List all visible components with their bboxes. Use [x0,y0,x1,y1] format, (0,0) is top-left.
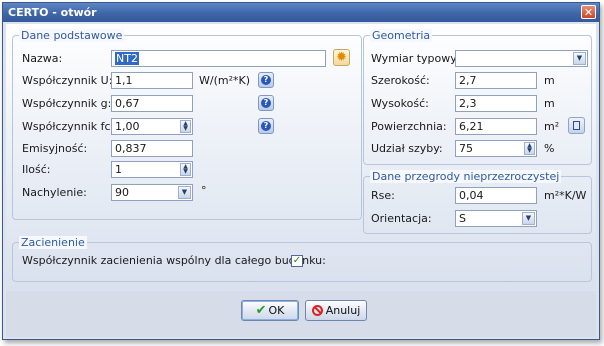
rse-label: Rse: [371,189,395,202]
title-bar: CERTO - otwór ✕ [3,3,599,22]
glass-share-spinner[interactable]: 75 ▲ ▼ [455,140,537,157]
calculator-icon [573,121,580,130]
area-label: Powierzchnia: [371,120,447,133]
width-unit: m [544,74,555,87]
height-label: Wysokość: [371,97,429,110]
fc-spinner[interactable]: 1,00 ▲ ▼ [111,118,193,135]
glass-share-label: Udział szyby: [371,142,443,155]
standard-size-dropdown[interactable]: ▼ [455,50,588,67]
help-icon: ? [261,98,271,108]
tilt-unit: ° [201,184,207,197]
close-button[interactable]: ✕ [581,5,596,19]
quantity-spinner[interactable]: 1 ▲ ▼ [111,161,193,178]
tilt-label: Nachylenie: [22,186,87,199]
quantity-value: 1 [115,163,122,176]
sun-icon: ✹ [336,50,347,65]
chevron-down-icon[interactable]: ▼ [178,186,191,199]
quantity-label: Ilość: [22,163,51,176]
shading-title: Zacienienie [19,236,87,249]
orientation-dropdown[interactable]: S ▼ [455,210,537,227]
geometry-title: Geometria [370,29,433,42]
help-icon: ? [261,75,271,85]
rse-unit: m²*K/W [544,189,587,202]
emissivity-field[interactable]: 0,837 [111,140,193,157]
emissivity-label: Emisyjność: [22,142,88,155]
shading-group: Zacienienie Współczynnik zacienienia wsp… [12,236,592,282]
check-icon: ✓ [292,255,302,266]
height-unit: m [544,97,555,110]
opaque-partition-group: Dane przegrody nieprzezroczystej Rse: 0,… [363,170,592,234]
height-field[interactable]: 2,3 [455,95,537,112]
spinner-arrows-icon[interactable]: ▲ ▼ [180,120,191,133]
window-title: CERTO - otwór [8,6,97,19]
button-bar: ✔ OK Anuluj [6,291,596,337]
width-label: Szerokość: [371,74,430,87]
geometry-group: Geometria Wymiar typowy: ▼ Szerokość: 2,… [363,29,592,165]
shared-shading-checkbox[interactable]: ✓ [291,255,303,267]
shared-shading-label: Współczynnik zacienienia wspólny dla cał… [22,254,326,267]
basic-data-group: Dane podstawowe Nazwa: NT2 ✹ Współczynni… [12,29,362,220]
u-field[interactable]: 1,1 [111,72,193,89]
ok-label: OK [268,304,285,317]
chevron-down-icon[interactable]: ▼ [522,212,535,225]
g-label: Współczynnik g: [22,97,112,110]
rse-field[interactable]: 0,04 [455,187,537,204]
close-icon: ✕ [583,6,594,19]
opaque-partition-title: Dane przegrody nieprzezroczystej [370,170,562,183]
glass-share-unit: % [544,142,555,155]
orientation-label: Orientacja: [371,212,432,225]
calculator-button[interactable] [568,117,585,134]
checkmark-icon: ✔ [255,303,267,318]
cancel-button[interactable]: Anuluj [305,300,367,321]
area-unit: m² [544,120,560,133]
g-field[interactable]: 0,67 [111,95,193,112]
orientation-value: S [459,212,466,225]
g-help-button[interactable]: ? [258,95,274,111]
glass-share-value: 75 [459,142,473,155]
cancel-icon [311,305,323,316]
sun-button[interactable]: ✹ [333,49,350,66]
u-help-button[interactable]: ? [258,72,274,88]
area-field[interactable]: 6,21 [455,118,537,135]
cancel-label: Anuluj [325,304,361,317]
fc-value: 1,00 [115,120,140,133]
tilt-dropdown[interactable]: 90 ▼ [111,184,193,201]
fc-label: Współczynnik fc: [22,120,115,133]
fc-help-button[interactable]: ? [258,118,274,134]
ok-button[interactable]: ✔ OK [241,300,299,321]
u-unit: W/(m²*K) [199,74,251,87]
width-field[interactable]: 2,7 [455,72,537,89]
name-label: Nazwa: [22,52,63,65]
spinner-arrows-icon[interactable]: ▲ ▼ [180,163,191,176]
u-label: Współczynnik U: [22,74,113,87]
help-icon: ? [261,121,271,131]
dialog-content: Dane podstawowe Nazwa: NT2 ✹ Współczynni… [6,24,596,290]
basic-data-title: Dane podstawowe [19,29,125,42]
tilt-value: 90 [115,186,129,199]
dialog-window: CERTO - otwór ✕ Dane podstawowe Nazwa: N… [2,2,600,340]
spinner-arrows-icon[interactable]: ▲ ▼ [524,142,535,155]
name-field[interactable]: NT2 [111,50,326,67]
standard-size-label: Wymiar typowy: [371,52,460,65]
name-value: NT2 [115,52,139,65]
chevron-down-icon[interactable]: ▼ [573,52,586,65]
